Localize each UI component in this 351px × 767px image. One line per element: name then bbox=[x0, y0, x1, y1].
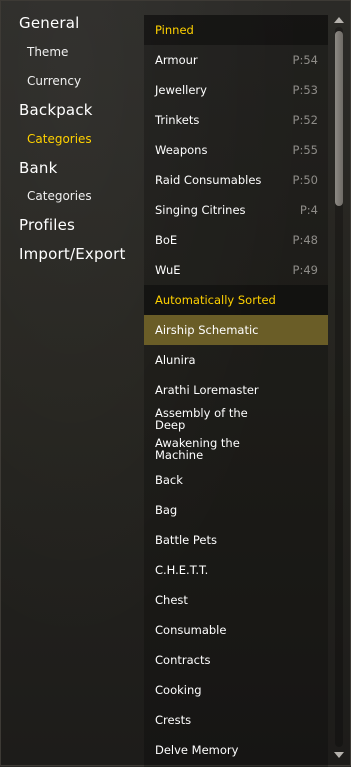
category-row-selected[interactable]: Airship Schematic bbox=[144, 315, 328, 345]
nav-backpack[interactable]: Backpack bbox=[19, 101, 93, 119]
nav-import-export[interactable]: Import/Export bbox=[19, 245, 126, 263]
section-header-label: Automatically Sorted bbox=[155, 293, 276, 307]
nav-general[interactable]: General bbox=[19, 14, 80, 32]
nav-currency[interactable]: Currency bbox=[27, 74, 81, 88]
category-row[interactable]: Delve Memory bbox=[144, 735, 328, 765]
category-label: Trinkets bbox=[155, 113, 200, 127]
category-row[interactable]: Weapons P:55 bbox=[144, 135, 328, 165]
category-label: Crests bbox=[155, 713, 192, 727]
scroll-up-arrow-icon[interactable] bbox=[334, 17, 344, 23]
priority-value: P:54 bbox=[292, 53, 318, 67]
settings-window: General Theme Currency Backpack Categori… bbox=[0, 0, 351, 767]
category-row[interactable]: Battle Pets bbox=[144, 525, 328, 555]
priority-value: P:4 bbox=[299, 203, 318, 217]
category-label: BoE bbox=[155, 233, 178, 247]
category-label: Armour bbox=[155, 53, 198, 67]
priority-value: P:50 bbox=[292, 173, 318, 187]
category-label: Arathi Loremaster bbox=[155, 383, 259, 397]
category-row[interactable]: C.H.E.T.T. bbox=[144, 555, 328, 585]
priority-value: P:53 bbox=[292, 83, 318, 97]
category-label: Airship Schematic bbox=[155, 323, 259, 337]
category-row[interactable]: Cooking bbox=[144, 675, 328, 705]
category-label: Consumable bbox=[155, 623, 227, 637]
category-row[interactable]: Contracts bbox=[144, 645, 328, 675]
scroll-down-arrow-icon[interactable] bbox=[334, 752, 344, 758]
category-row[interactable]: Back bbox=[144, 465, 328, 495]
category-row[interactable]: Consumable bbox=[144, 615, 328, 645]
category-label: C.H.E.T.T. bbox=[155, 563, 209, 577]
category-row[interactable]: Crests bbox=[144, 705, 328, 735]
category-label: Bag bbox=[155, 503, 178, 517]
category-label: Raid Consumables bbox=[155, 173, 262, 187]
category-label: Chest bbox=[155, 593, 188, 607]
category-list: Pinned Armour P:54 Jewellery P:53 Trinke… bbox=[144, 15, 328, 767]
category-label: Alunira bbox=[155, 353, 196, 367]
nav-profiles[interactable]: Profiles bbox=[19, 216, 75, 234]
category-row[interactable]: Jewellery P:53 bbox=[144, 75, 328, 105]
priority-value: P:52 bbox=[292, 113, 318, 127]
nav-backpack-categories[interactable]: Categories bbox=[27, 132, 92, 146]
priority-value: P:55 bbox=[292, 143, 318, 157]
category-label: Contracts bbox=[155, 653, 211, 667]
category-row[interactable]: Alunira bbox=[144, 345, 328, 375]
category-label: Awakening the Machine bbox=[155, 436, 240, 462]
nav-bank-categories[interactable]: Categories bbox=[27, 189, 92, 203]
section-header-pinned: Pinned bbox=[144, 15, 328, 45]
section-header-label: Pinned bbox=[155, 23, 194, 37]
category-row[interactable]: Singing Citrines P:4 bbox=[144, 195, 328, 225]
priority-value: P:49 bbox=[292, 263, 318, 277]
nav-bank[interactable]: Bank bbox=[19, 159, 57, 177]
settings-nav: General Theme Currency Backpack Categori… bbox=[1, 1, 141, 767]
category-row[interactable]: Chest bbox=[144, 585, 328, 615]
category-label: Battle Pets bbox=[155, 533, 217, 547]
category-label: WuE bbox=[155, 263, 181, 277]
category-row[interactable]: Raid Consumables P:50 bbox=[144, 165, 328, 195]
category-label: Weapons bbox=[155, 143, 208, 157]
category-row[interactable]: Awakening the Machine bbox=[144, 435, 328, 465]
section-header-automatic: Automatically Sorted bbox=[144, 285, 328, 315]
category-label: Singing Citrines bbox=[155, 203, 246, 217]
category-row[interactable]: Trinkets P:52 bbox=[144, 105, 328, 135]
scroll-thumb[interactable] bbox=[335, 31, 343, 206]
category-label: Delve Memory bbox=[155, 743, 239, 757]
list-scrollbar[interactable] bbox=[332, 15, 346, 760]
category-label: Cooking bbox=[155, 683, 202, 697]
nav-theme[interactable]: Theme bbox=[27, 45, 68, 59]
category-row[interactable]: Assembly of the Deep bbox=[144, 405, 328, 435]
scroll-track[interactable] bbox=[335, 27, 343, 747]
category-label: Jewellery bbox=[155, 83, 207, 97]
category-row[interactable]: Bag bbox=[144, 495, 328, 525]
category-label: Assembly of the Deep bbox=[155, 406, 248, 432]
category-label: Back bbox=[155, 473, 183, 487]
category-row[interactable]: BoE P:48 bbox=[144, 225, 328, 255]
category-row[interactable]: Armour P:54 bbox=[144, 45, 328, 75]
category-row[interactable]: Arathi Loremaster bbox=[144, 375, 328, 405]
category-row[interactable]: WuE P:49 bbox=[144, 255, 328, 285]
priority-value: P:48 bbox=[292, 233, 318, 247]
